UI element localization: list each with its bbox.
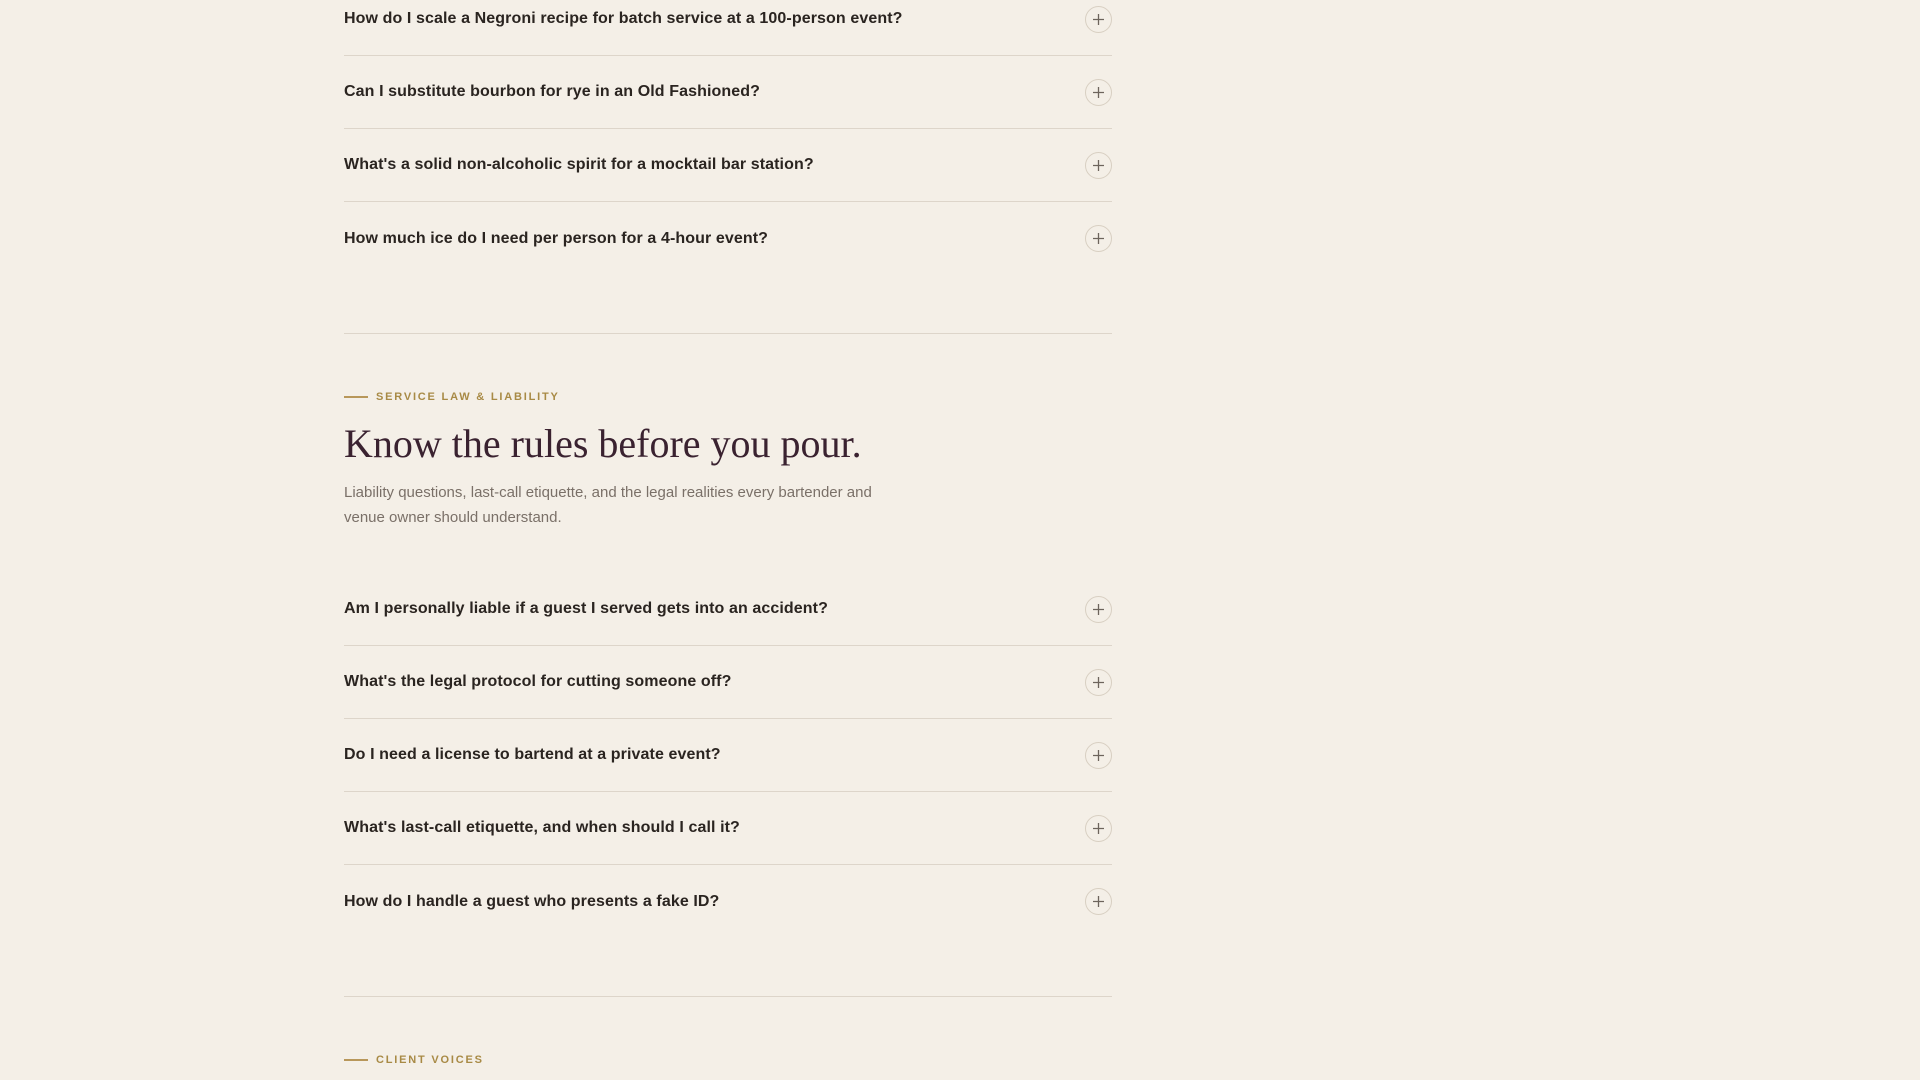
expand-button[interactable] bbox=[1085, 595, 1112, 623]
faq-item[interactable]: Am I personally liable if a guest I serv… bbox=[344, 573, 1112, 646]
faq-question: How do I scale a Negroni recipe for batc… bbox=[344, 10, 903, 27]
faq-item[interactable]: Do I need a license to bartend at a priv… bbox=[344, 719, 1112, 792]
section-eyebrow: CLIENT VOICES bbox=[344, 1054, 1112, 1066]
client-voices-section: CLIENT VOICES bbox=[344, 1054, 1112, 1066]
eyebrow-label: SERVICE LAW & LIABILITY bbox=[376, 391, 560, 403]
plus-icon bbox=[1093, 676, 1104, 688]
plus-icon bbox=[1093, 896, 1104, 907]
faq-item[interactable]: How much ice do I need per person for a … bbox=[344, 202, 1112, 275]
faq-item[interactable]: What's a solid non-alcoholic spirit for … bbox=[344, 129, 1112, 202]
expand-button[interactable] bbox=[1085, 741, 1112, 769]
eyebrow-rule bbox=[344, 1059, 368, 1061]
section-lead: Liability questions, last-call etiquette… bbox=[344, 484, 872, 526]
expand-button[interactable] bbox=[1085, 78, 1112, 106]
plus-icon bbox=[1093, 13, 1104, 25]
plus-icon bbox=[1093, 159, 1104, 171]
faq-question: What's last-call etiquette, and when sho… bbox=[344, 819, 740, 836]
expand-button[interactable] bbox=[1085, 668, 1112, 696]
plus-icon bbox=[1093, 233, 1104, 244]
plus-icon bbox=[1093, 749, 1104, 761]
expand-button[interactable] bbox=[1085, 151, 1112, 179]
faq-item[interactable]: Can I substitute bourbon for rye in an O… bbox=[344, 56, 1112, 129]
expand-button[interactable] bbox=[1085, 5, 1112, 33]
faq-list-law: Am I personally liable if a guest I serv… bbox=[344, 573, 1112, 938]
plus-icon bbox=[1093, 822, 1104, 834]
faq-question: Do I need a license to bartend at a priv… bbox=[344, 746, 721, 763]
expand-button[interactable] bbox=[1085, 888, 1112, 915]
eyebrow-label: CLIENT VOICES bbox=[376, 1054, 484, 1066]
expand-button[interactable] bbox=[1085, 814, 1112, 842]
faq-item[interactable]: What's last-call etiquette, and when sho… bbox=[344, 792, 1112, 865]
section-heading: Know the rules before you pour. bbox=[344, 421, 862, 466]
section-divider bbox=[344, 996, 1112, 997]
faq-question: How do I handle a guest who presents a f… bbox=[344, 892, 720, 910]
faq-question: Can I substitute bourbon for rye in an O… bbox=[344, 83, 760, 100]
faq-question: How much ice do I need per person for a … bbox=[344, 229, 769, 247]
plus-icon bbox=[1093, 86, 1104, 98]
faq-page-content: How do I scale a Negroni recipe for batc… bbox=[344, 0, 1112, 1066]
faq-question: What's the legal protocol for cutting so… bbox=[344, 673, 732, 690]
faq-item[interactable]: How do I handle a guest who presents a f… bbox=[344, 865, 1112, 938]
eyebrow-rule bbox=[344, 396, 368, 398]
faq-item[interactable]: How do I scale a Negroni recipe for batc… bbox=[344, 0, 1112, 56]
faq-question: Am I personally liable if a guest I serv… bbox=[344, 600, 828, 617]
faq-item[interactable]: What's the legal protocol for cutting so… bbox=[344, 646, 1112, 719]
faq-question: What's a solid non-alcoholic spirit for … bbox=[344, 156, 814, 173]
section-eyebrow: SERVICE LAW & LIABILITY bbox=[344, 391, 1112, 403]
faq-list-top: How do I scale a Negroni recipe for batc… bbox=[344, 0, 1112, 275]
law-section: SERVICE LAW & LIABILITY Know the rules b… bbox=[344, 391, 1112, 938]
expand-button[interactable] bbox=[1085, 225, 1112, 252]
section-divider bbox=[344, 333, 1112, 334]
plus-icon bbox=[1093, 603, 1104, 615]
